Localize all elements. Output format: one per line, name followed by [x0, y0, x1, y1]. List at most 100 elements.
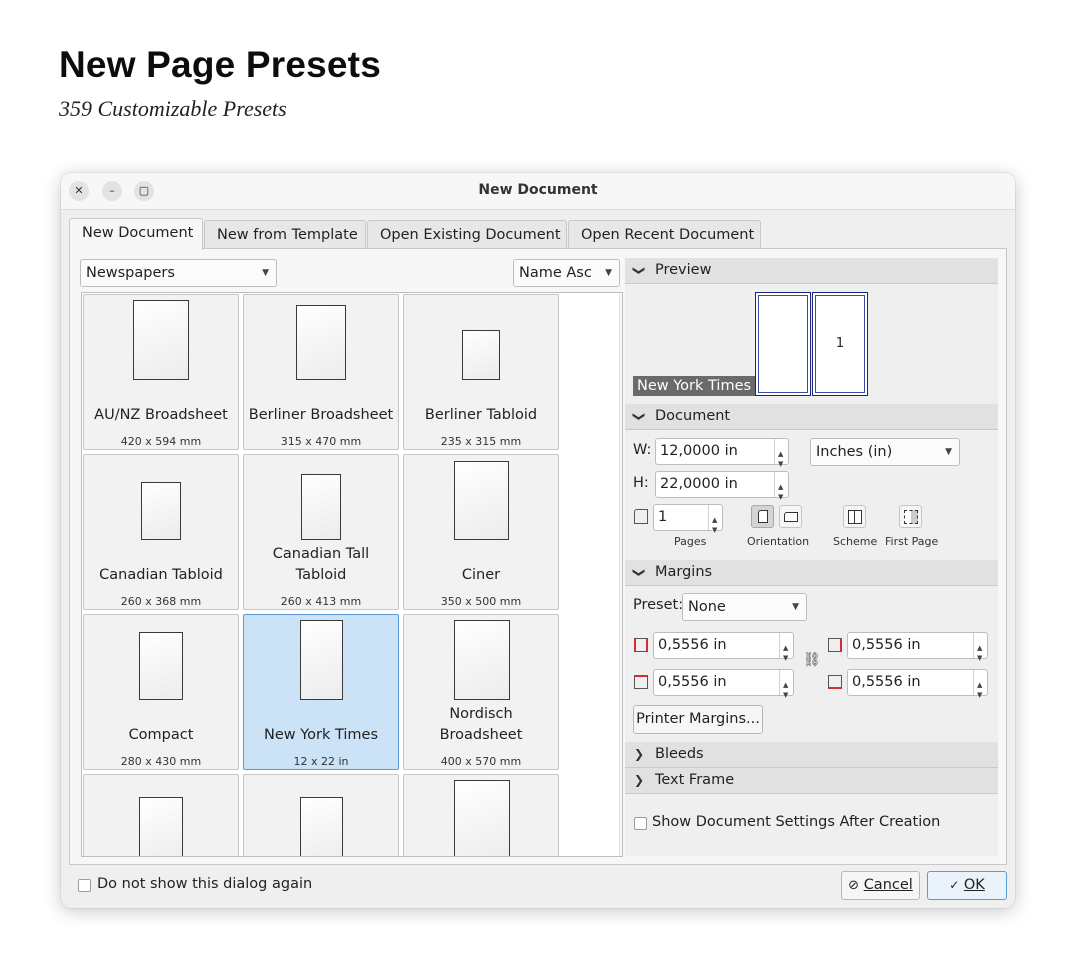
dont-show-checkbox[interactable] [78, 879, 91, 892]
page-thumbnail [296, 305, 346, 380]
preset-size: 400 x 570 mm [440, 755, 522, 768]
preview-section-header[interactable]: ❯ Preview [625, 258, 998, 284]
document-section-header[interactable]: ❯ Document [625, 404, 998, 430]
page-thumbnail [300, 797, 343, 856]
page-icon [634, 509, 648, 524]
cancel-button[interactable]: ⊘ Cancel [841, 871, 920, 900]
page-subtitle: 359 Customizable Presets [59, 96, 287, 121]
chevron-right-icon: ❯ [634, 747, 645, 761]
first-page-icon[interactable] [899, 505, 922, 528]
ok-button[interactable]: ✓ OK [927, 871, 1007, 900]
bottom-margin-value: 0,5556 in [852, 674, 921, 690]
bottom-margin-field[interactable]: 0,5556 in ▲ ▼ [847, 669, 988, 699]
pages-field[interactable]: 1 ▲ ▼ [653, 504, 723, 534]
height-field[interactable]: 22,0000 in ▲ ▼ [655, 471, 789, 501]
preview-page-right: 1 [812, 292, 868, 396]
preset-name: New York Times [263, 727, 379, 743]
dropdown-arrow-icon: ▼ [262, 268, 269, 278]
tab-new-from-template[interactable]: New from Template [204, 220, 366, 249]
scroll-up-icon[interactable]: ▲ [622, 294, 623, 303]
preview-area: 1 New York Times [625, 284, 998, 404]
new-document-dialog: ✕ – ▢ New Document New Document New from… [61, 173, 1015, 908]
section-label: Text Frame [655, 772, 735, 788]
first-page-label: First Page [885, 535, 939, 548]
width-field[interactable]: 12,0000 in ▲ ▼ [655, 438, 789, 468]
preview-caption: New York Times [633, 376, 756, 396]
preset-tile[interactable]: Compact 280 x 430 mm [83, 614, 239, 770]
preset-size: 260 x 413 mm [280, 595, 362, 608]
page-thumbnail [301, 474, 341, 540]
bleeds-section-header[interactable]: ❯ Bleeds [625, 742, 998, 768]
preset-tile[interactable]: AU/NZ Broadsheet 420 x 594 mm [83, 294, 239, 450]
preset-tile[interactable]: Berliner Broadsheet 315 x 470 mm [243, 294, 399, 450]
scheme-icon[interactable] [843, 505, 866, 528]
preset-tile-selected[interactable]: New York Times 12 x 22 in [243, 614, 399, 770]
page-title: New Page Presets [59, 44, 381, 85]
category-select[interactable]: Newspapers ▼ [80, 259, 277, 287]
spin-buttons[interactable]: ▲ ▼ [779, 670, 793, 699]
right-margin-field[interactable]: 0,5556 in ▲ ▼ [847, 632, 988, 662]
preset-tile[interactable]: Ciner 350 x 500 mm [403, 454, 559, 610]
sort-select[interactable]: Name Asc ▼ [513, 259, 620, 287]
height-value: 22,0000 in [660, 476, 738, 492]
category-select-value: Newspapers [86, 265, 175, 281]
preset-tile[interactable]: Nordisch Broadsheet 400 x 570 mm [403, 614, 559, 770]
ok-label: OK [963, 877, 985, 893]
preset-tile[interactable]: Canadian Tabloid 260 x 368 mm [83, 454, 239, 610]
left-margin-field[interactable]: 0,5556 in ▲ ▼ [653, 632, 794, 662]
spin-buttons[interactable]: ▲ ▼ [774, 472, 788, 501]
tab-open-recent-document[interactable]: Open Recent Document [568, 220, 761, 249]
landscape-orientation-icon[interactable] [779, 505, 802, 528]
width-label: W: [633, 442, 652, 458]
page-thumbnail [139, 632, 183, 700]
preset-tile[interactable] [243, 774, 399, 856]
scroll-down-icon[interactable]: ▼ [622, 847, 623, 856]
preset-name: Berliner Broadsheet [248, 407, 394, 423]
tab-new-document[interactable]: New Document [69, 218, 203, 250]
portrait-orientation-icon[interactable] [751, 505, 774, 528]
dropdown-arrow-icon: ▼ [792, 602, 799, 612]
chevron-down-icon: ❯ [632, 567, 647, 578]
dropdown-arrow-icon: ▼ [945, 447, 952, 457]
preset-tile[interactable] [83, 774, 239, 856]
page-thumbnail [462, 330, 500, 380]
right-margin-value: 0,5556 in [852, 637, 921, 653]
checkmark-icon: ✓ [949, 878, 960, 892]
dialog-title: New Document [478, 182, 598, 198]
spin-buttons[interactable]: ▲ ▼ [779, 633, 793, 662]
preset-size: 350 x 500 mm [440, 595, 522, 608]
text-frame-section-header[interactable]: ❯ Text Frame [625, 768, 998, 794]
units-select[interactable]: Inches (in) ▼ [810, 438, 960, 466]
section-label: Bleeds [655, 746, 704, 762]
preset-tile[interactable]: Berliner Tabloid 235 x 315 mm [403, 294, 559, 450]
margin-preset-select[interactable]: None ▼ [682, 593, 807, 621]
left-margin-icon [634, 638, 648, 652]
preset-tile[interactable]: Canadian Tall Tabloid 260 x 413 mm [243, 454, 399, 610]
height-label: H: [633, 475, 649, 491]
preset-size: 260 x 368 mm [120, 595, 202, 608]
spin-buttons[interactable]: ▲ ▼ [774, 439, 788, 468]
spin-buttons[interactable]: ▲ ▼ [708, 505, 722, 534]
top-margin-icon [634, 675, 648, 689]
spin-buttons[interactable]: ▲ ▼ [973, 670, 987, 699]
show-settings-checkbox[interactable] [634, 817, 647, 830]
preset-name: Compact [128, 727, 194, 743]
top-margin-field[interactable]: 0,5556 in ▲ ▼ [653, 669, 794, 699]
printer-margins-button[interactable]: Printer Margins... [633, 705, 763, 734]
spin-buttons[interactable]: ▲ ▼ [973, 633, 987, 662]
margins-section-header[interactable]: ❯ Margins [625, 560, 998, 586]
top-margin-value: 0,5556 in [658, 674, 727, 690]
preview-page-number: 1 [835, 336, 845, 351]
link-margins-icon[interactable]: ⛓ [803, 652, 821, 668]
preset-tile[interactable] [403, 774, 559, 856]
page-thumbnail [133, 300, 189, 380]
settings-pane: ❯ Preview 1 New York Times ❯ Document W: [625, 258, 998, 856]
preset-size: 235 x 315 mm [440, 435, 522, 448]
page-thumbnail [454, 620, 510, 700]
tab-open-existing-document[interactable]: Open Existing Document [367, 220, 567, 249]
cancel-icon: ⊘ [848, 878, 860, 893]
right-margin-icon [828, 638, 842, 652]
preset-size: 420 x 594 mm [120, 435, 202, 448]
preset-scrollbar[interactable]: ▲ ▼ [619, 293, 623, 856]
units-value: Inches (in) [816, 444, 893, 460]
